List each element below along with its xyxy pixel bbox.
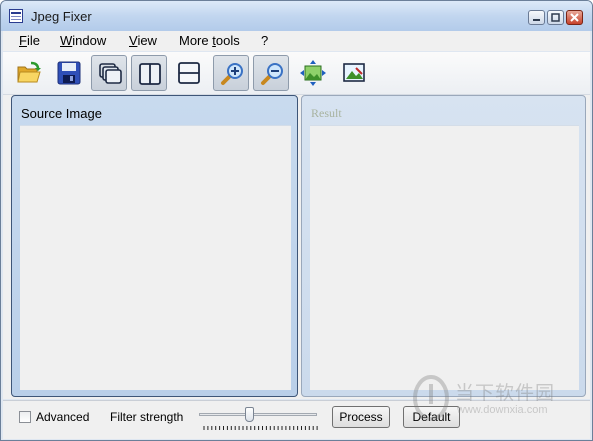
actual-size-icon	[343, 63, 365, 82]
open-folder-icon	[17, 61, 41, 83]
save-disk-icon	[57, 61, 81, 85]
result-canvas[interactable]	[310, 125, 579, 390]
zoom-out-icon	[261, 63, 283, 85]
minimize-icon	[533, 19, 540, 21]
menu-bar: File Window View More tools ?	[3, 31, 590, 51]
menu-file[interactable]: File	[19, 33, 40, 48]
watermark-url: www.downxia.com	[457, 404, 548, 416]
filter-strength-slider-track[interactable]	[199, 413, 317, 416]
fit-to-window-button[interactable]	[295, 55, 331, 91]
open-button[interactable]	[11, 55, 47, 91]
filter-strength-slider-thumb[interactable]	[244, 407, 254, 422]
process-button[interactable]: Process	[332, 406, 390, 428]
cascade-windows-icon	[99, 63, 122, 84]
restore-icon	[551, 13, 560, 22]
watermark-logo	[413, 375, 449, 421]
source-image-pane[interactable]: Source Image	[11, 95, 298, 397]
maximize-button[interactable]	[547, 10, 564, 25]
title-bar[interactable]: Jpeg Fixer	[1, 1, 592, 31]
source-image-header: Source Image	[21, 106, 102, 121]
tile-horizontal-icon	[178, 62, 200, 84]
advanced-label[interactable]: Advanced	[36, 410, 89, 424]
app-icon	[9, 9, 23, 23]
advanced-checkbox[interactable]	[19, 411, 31, 423]
actual-size-button[interactable]	[336, 55, 372, 91]
menu-help[interactable]: ?	[261, 33, 268, 48]
app-window: Jpeg Fixer File Window View More tools ?	[0, 0, 593, 441]
watermark-brand: 当下软件园	[455, 383, 556, 404]
save-button[interactable]	[51, 55, 87, 91]
cascade-button[interactable]	[91, 55, 127, 91]
tile-vertical-button[interactable]	[131, 55, 167, 91]
slider-ticks	[203, 426, 318, 430]
zoom-in-button[interactable]	[213, 55, 249, 91]
window-title: Jpeg Fixer	[31, 9, 92, 24]
minimize-button[interactable]	[528, 10, 545, 25]
tile-horizontal-button[interactable]	[171, 55, 207, 91]
tile-vertical-icon	[139, 63, 161, 85]
result-header: Result	[311, 106, 342, 120]
fit-to-window-icon	[300, 60, 326, 86]
source-image-canvas[interactable]	[20, 125, 291, 390]
watermark: 当下软件园 www.downxia.com	[411, 372, 591, 432]
filter-strength-label: Filter strength	[110, 410, 184, 424]
toolbar	[3, 52, 590, 95]
close-button[interactable]	[566, 10, 583, 25]
zoom-out-button[interactable]	[253, 55, 289, 91]
menu-window[interactable]: Window	[60, 33, 106, 48]
menu-view[interactable]: View	[129, 33, 157, 48]
menu-more-tools[interactable]: More tools	[179, 33, 240, 48]
workspace: Source Image Result	[3, 95, 590, 399]
zoom-in-icon	[221, 63, 243, 85]
close-icon	[570, 13, 579, 22]
result-pane[interactable]: Result	[301, 95, 586, 397]
